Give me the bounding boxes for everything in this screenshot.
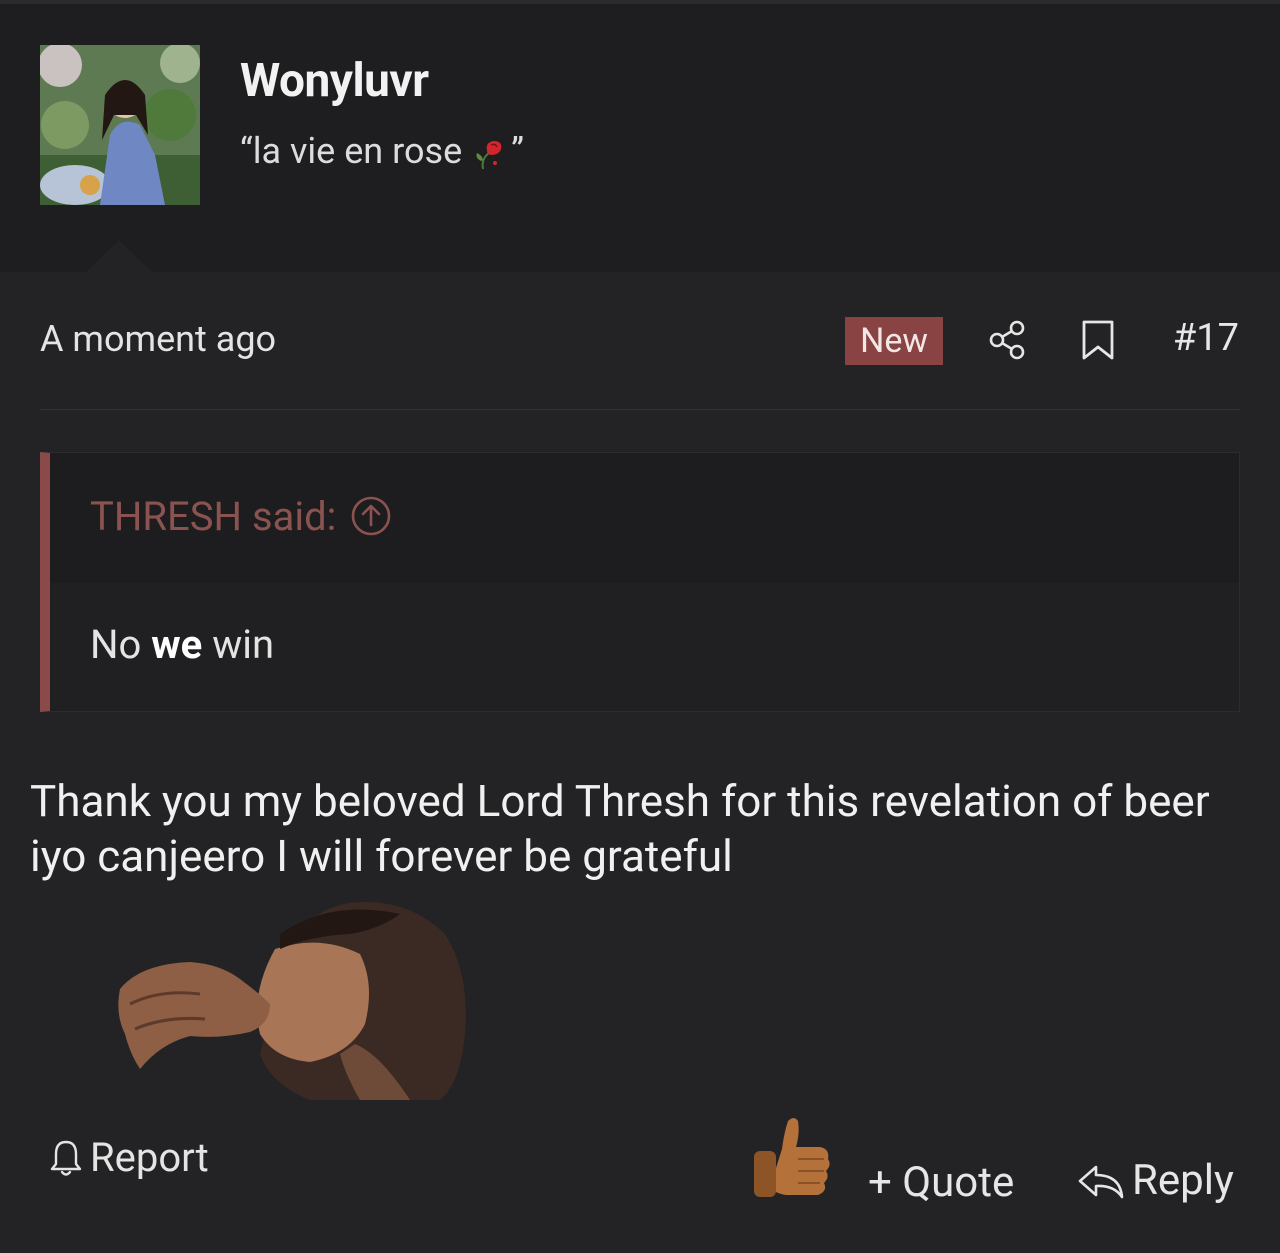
header-pointer (82, 240, 156, 276)
report-label: Report (90, 1134, 209, 1181)
share-icon[interactable] (987, 319, 1029, 361)
quote-text: No we win (90, 621, 274, 668)
quote-header: THRESH said: (50, 453, 1239, 583)
quote-author[interactable]: THRESH said: (90, 493, 392, 540)
post-message: Thank you my beloved Lord Thresh for thi… (30, 775, 1210, 882)
reply-label: Reply (1132, 1156, 1234, 1205)
quote-author-label: THRESH said: (90, 493, 337, 540)
quote-button[interactable]: + Quote (868, 1158, 1014, 1207)
quote-text-start: No (90, 621, 152, 668)
reply-arrow-icon (1078, 1165, 1124, 1198)
user-title: “la vie en rose ” (240, 130, 524, 173)
post-body: A moment ago New #17 THRESH said: No we … (0, 272, 1280, 1253)
post-timestamp[interactable]: A moment ago (40, 318, 276, 360)
bell-icon (50, 1140, 82, 1176)
quote-text-end: win (202, 621, 275, 668)
user-title-prefix: “la vie en rose (240, 130, 472, 172)
reply-button[interactable]: Reply (1076, 1156, 1234, 1205)
rose-icon (476, 141, 502, 170)
report-button[interactable]: Report (48, 1134, 209, 1181)
avatar[interactable] (40, 45, 200, 205)
bookmark-icon[interactable] (1079, 319, 1117, 361)
username[interactable]: Wonyluvr (240, 54, 429, 108)
quote-text-bold: we (151, 621, 203, 668)
post-number[interactable]: #17 (1173, 316, 1239, 360)
quote-block: THRESH said: No we win (40, 452, 1240, 712)
thumbs-up-icon[interactable] (752, 1115, 834, 1201)
reaction-gif-image (118, 901, 466, 1100)
arrow-up-circle-icon[interactable] (350, 495, 392, 537)
user-title-suffix: ” (511, 130, 524, 172)
divider (40, 409, 1240, 410)
user-header: Wonyluvr “la vie en rose ” (0, 4, 1280, 276)
new-badge: New (845, 317, 943, 365)
